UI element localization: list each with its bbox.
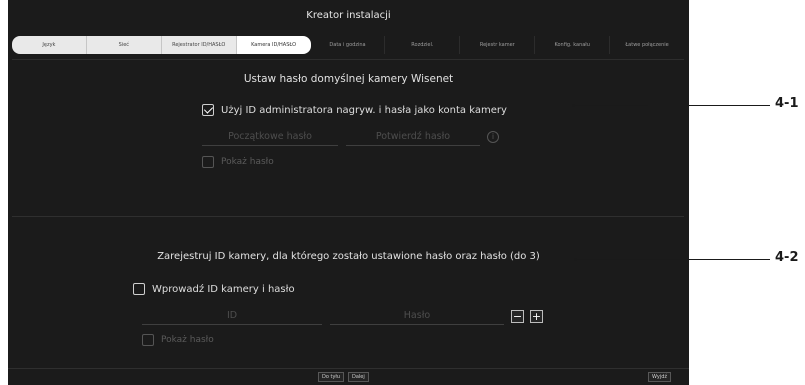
info-icon[interactable]: i [487,131,499,143]
tab-recorder-id-password[interactable]: Rejestrator ID/HASŁO [161,36,237,54]
enter-camera-id-row[interactable]: Wprowadź ID kamery i hasło [133,283,295,295]
callout-4-1-line-inner [574,105,648,106]
camera-password-input[interactable]: Hasło [330,309,504,325]
use-admin-credentials-label: Użyj ID administratora nagryw. i hasła j… [221,104,507,116]
callout-4-1-label: 4-1 [775,96,799,111]
section2-show-password-checkbox[interactable] [142,334,154,346]
section2-show-password-row[interactable]: Pokaż hasło [142,334,214,346]
tab-resolution[interactable]: Rozdziel. [385,36,461,54]
section1-show-password-checkbox[interactable] [202,156,214,168]
callout-4-2-line-outer [689,259,770,260]
tab-camera-registration[interactable]: Rejestr kamer [460,36,536,54]
tabs-separator [12,59,684,60]
tab-easy-connection[interactable]: Łatwe połączenie [610,36,684,54]
section1-show-password-label: Pokaż hasło [221,157,274,167]
exit-button[interactable]: Wyjdź [648,372,672,382]
section2-show-password-label: Pokaż hasło [161,335,214,345]
tab-channel-config[interactable]: Konfig. kanału [535,36,611,54]
enter-camera-id-checkbox[interactable] [133,283,145,295]
tab-network[interactable]: Sieć [86,36,162,54]
initial-password-input[interactable]: Początkowe hasło [202,130,338,146]
section2-heading: Zarejestruj ID kamery, dla którego zosta… [157,251,540,262]
use-admin-credentials-checkbox[interactable] [202,104,214,116]
tab-camera-id-password[interactable]: Kamera ID/HASŁO [236,36,311,54]
callout-4-2-line-inner [576,259,680,260]
callout-4-1-line-outer [689,105,770,106]
add-camera-button[interactable]: + [530,310,543,323]
use-admin-credentials-row[interactable]: Użyj ID administratora nagryw. i hasła j… [202,104,507,116]
tab-date-time[interactable]: Data i godzina [311,36,386,54]
window-title: Kreator instalacji [306,10,391,21]
remove-camera-button[interactable]: − [511,310,524,323]
section-divider [12,216,684,217]
callout-4-2-label: 4-2 [775,250,799,265]
section1-heading: Ustaw hasło domyślnej kamery Wisenet [243,73,454,85]
back-button[interactable]: Do tyłu [318,372,345,382]
next-button[interactable]: Dalej [348,372,369,382]
enter-camera-id-label: Wprowadź ID kamery i hasło [152,283,295,295]
section1-show-password-row[interactable]: Pokaż hasło [202,156,274,168]
confirm-password-input[interactable]: Potwierdź hasło [346,130,480,146]
camera-id-input[interactable]: ID [142,309,322,325]
wizard-steps: Język Sieć Rejestrator ID/HASŁO Kamera I… [12,36,684,54]
tab-language[interactable]: Język [12,36,87,54]
footer-separator [8,368,689,369]
setup-wizard-window: Kreator instalacji Język Sieć Rejestrato… [8,0,689,385]
